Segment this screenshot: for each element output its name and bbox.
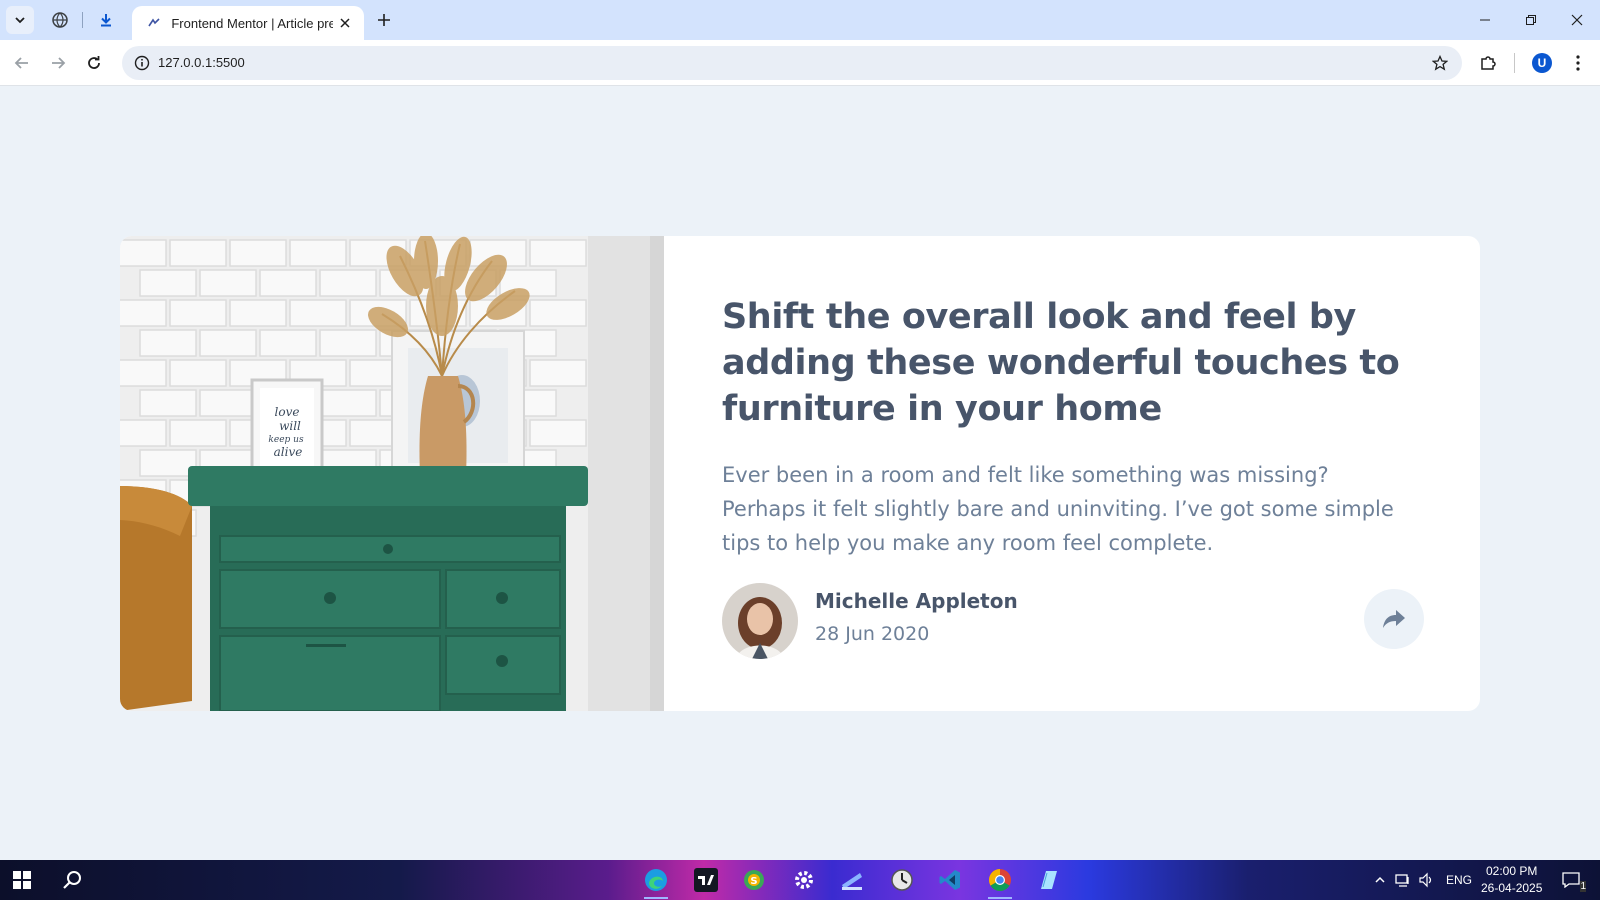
show-hidden-icons-button[interactable] <box>1370 870 1390 890</box>
pinned-tab-globe[interactable] <box>46 6 74 34</box>
pinned-tab-downloads[interactable] <box>92 6 120 34</box>
gear-icon <box>795 871 813 889</box>
vscode-icon <box>939 870 960 890</box>
taskbar-search-button[interactable] <box>52 864 92 896</box>
tradingview-icon <box>694 868 718 892</box>
close-window-button[interactable] <box>1554 0 1600 40</box>
address-url[interactable]: 127.0.0.1:5500 <box>158 55 245 70</box>
active-tab[interactable]: Frontend Mentor | Article preview compon… <box>132 6 364 40</box>
puzzle-icon <box>1481 56 1496 70</box>
back-button[interactable] <box>8 49 36 77</box>
print-text-line: will <box>279 419 301 433</box>
arrow-left-icon <box>14 57 28 69</box>
publish-date: 28 Jun 2020 <box>815 623 930 645</box>
windows-logo-icon <box>13 871 31 889</box>
browser-tab-bar: Frontend Mentor | Article preview compon… <box>0 0 1600 40</box>
app-s-icon: S <box>744 870 764 890</box>
notification-count-badge: 1 <box>1580 881 1586 892</box>
print-text-line: love <box>275 405 300 419</box>
speaker-icon <box>1419 872 1432 888</box>
tab-title: Frontend Mentor | Article preview compon… <box>171 15 333 31</box>
svg-text:S: S <box>750 876 757 887</box>
browser-menu-button[interactable] <box>1564 49 1592 77</box>
bookmark-star-icon[interactable] <box>1428 51 1452 75</box>
tab-search-button[interactable] <box>6 6 34 34</box>
chevron-down-icon <box>15 17 25 24</box>
download-icon <box>101 14 111 27</box>
notes-icon <box>1041 871 1057 889</box>
taskbar-app-notes[interactable] <box>1028 864 1068 896</box>
share-icon <box>1383 610 1405 628</box>
profile-button[interactable]: U <box>1528 49 1556 77</box>
chevron-up-icon <box>1375 876 1385 883</box>
plus-icon <box>378 14 390 26</box>
browser-toolbar: 127.0.0.1:5500 U <box>0 40 1600 86</box>
taskbar-app-tradingview[interactable] <box>686 864 726 896</box>
print-text-line: keep us <box>268 435 304 445</box>
author-name: Michelle Appleton <box>815 589 1018 613</box>
taskbar-app-settings[interactable] <box>784 864 824 896</box>
more-vertical-icon <box>1576 55 1580 71</box>
start-button[interactable] <box>2 864 42 896</box>
frontend-mentor-favicon-icon <box>146 15 161 31</box>
article-image: love will keep us alive <box>120 236 664 711</box>
reload-icon <box>88 56 100 69</box>
files-icon <box>842 873 862 890</box>
close-tab-icon[interactable] <box>337 14 354 32</box>
minimize-icon <box>1480 19 1490 21</box>
reload-button[interactable] <box>80 49 108 77</box>
address-bar[interactable]: 127.0.0.1:5500 <box>122 46 1462 80</box>
share-button[interactable] <box>1364 589 1424 649</box>
language-indicator[interactable]: ENG <box>1446 873 1472 887</box>
article-preview-card: love will keep us alive Shift the overal… <box>120 236 1480 711</box>
taskbar-app-edge[interactable] <box>636 864 676 899</box>
tray-time[interactable]: 02:00 PM <box>1486 864 1537 878</box>
author-row: Michelle Appleton 28 Jun 2020 <box>722 583 1424 659</box>
new-tab-button[interactable] <box>370 6 398 34</box>
volume-tray-icon[interactable] <box>1416 870 1436 890</box>
extensions-button[interactable] <box>1474 49 1502 77</box>
minimize-button[interactable] <box>1462 0 1508 40</box>
restore-icon <box>1526 15 1536 25</box>
article-title[interactable]: Shift the overall look and feel by addin… <box>722 294 1422 432</box>
toolbar-separator <box>1514 53 1515 73</box>
taskbar-app-vscode[interactable] <box>930 864 970 896</box>
taskbar-app-s[interactable]: S <box>734 864 774 896</box>
tray-date[interactable]: 26-04-2025 <box>1481 881 1542 895</box>
article-excerpt: Ever been in a room and felt like someth… <box>722 463 1394 555</box>
taskbar-app-files[interactable] <box>832 864 872 896</box>
chrome-icon <box>989 869 1011 891</box>
taskbar-app-chrome[interactable] <box>980 864 1020 899</box>
clock-icon <box>891 869 913 891</box>
close-icon <box>1571 14 1583 26</box>
author-avatar <box>722 583 798 659</box>
notification-center-button[interactable]: 1 <box>1558 870 1586 892</box>
network-icon <box>1395 874 1409 887</box>
globe-icon <box>52 12 68 28</box>
forward-button[interactable] <box>44 49 72 77</box>
taskbar: S ENG 02:00 PM 26-04-2025 1 <box>0 860 1600 900</box>
print-text-line: alive <box>274 445 303 459</box>
edge-icon <box>645 869 667 891</box>
notification-icon <box>1562 872 1580 888</box>
search-icon <box>63 871 81 889</box>
profile-avatar: U <box>1532 53 1552 73</box>
arrow-right-icon <box>52 57 66 69</box>
site-info-icon[interactable] <box>130 51 154 75</box>
article-body: Shift the overall look and feel by addin… <box>722 294 1422 560</box>
restore-button[interactable] <box>1508 0 1554 40</box>
network-tray-icon[interactable] <box>1393 870 1413 890</box>
taskbar-app-clock[interactable] <box>882 864 922 896</box>
tab-separator <box>82 12 83 28</box>
